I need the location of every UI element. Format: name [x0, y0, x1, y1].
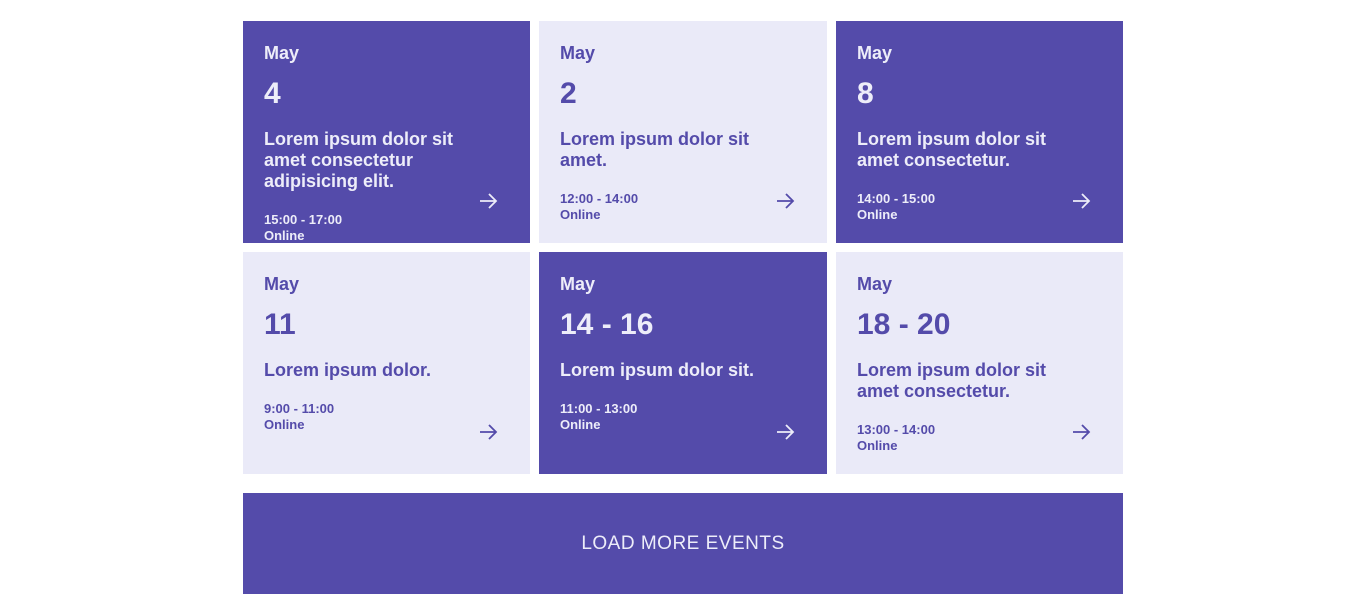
event-month: May [264, 43, 300, 63]
event-location: Online [264, 228, 305, 243]
event-card[interactable]: May 4 Lorem ipsum dolor sit amet consect… [243, 21, 530, 243]
event-title: Lorem ipsum dolor sit amet consectetur. [857, 129, 1047, 170]
event-location: Online [857, 207, 898, 222]
event-time: 12:00 - 14:00 [560, 191, 639, 206]
event-month: May [857, 274, 893, 294]
event-card[interactable]: May 18 - 20 Lorem ipsum dolor sit amet c… [836, 252, 1123, 474]
event-day: 14 - 16 [560, 308, 654, 341]
event-time: 11:00 - 13:00 [560, 401, 638, 416]
arrow-right-icon[interactable] [478, 422, 498, 442]
event-location: Online [264, 417, 305, 432]
event-location: Online [560, 417, 601, 432]
event-title: Lorem ipsum dolor sit amet consectetur a… [264, 129, 454, 191]
event-location: Online [560, 207, 601, 222]
event-location: Online [857, 438, 898, 453]
arrow-right-icon[interactable] [1071, 422, 1091, 442]
event-title: Lorem ipsum dolor sit amet. [560, 129, 750, 170]
event-month: May [560, 274, 596, 294]
arrow-right-icon[interactable] [478, 191, 498, 211]
arrow-right-icon[interactable] [775, 422, 795, 442]
event-time: 14:00 - 15:00 [857, 191, 936, 206]
event-month: May [264, 274, 300, 294]
event-day: 18 - 20 [857, 308, 951, 341]
event-day: 8 [857, 77, 874, 110]
arrow-right-icon[interactable] [1071, 191, 1091, 211]
load-more-events-button[interactable]: LOAD MORE EVENTS [243, 493, 1123, 594]
event-card[interactable]: May 8 Lorem ipsum dolor sit amet consect… [836, 21, 1123, 243]
event-time: 9:00 - 11:00 [264, 401, 335, 416]
event-month: May [857, 43, 893, 63]
event-day: 2 [560, 77, 577, 110]
arrow-right-icon[interactable] [775, 191, 795, 211]
event-card[interactable]: May 14 - 16 Lorem ipsum dolor sit. 11:00… [539, 252, 827, 474]
events-grid: May 4 Lorem ipsum dolor sit amet consect… [243, 21, 1123, 474]
event-title: Lorem ipsum dolor. [264, 360, 432, 380]
event-time: 15:00 - 17:00 [264, 212, 343, 227]
event-card[interactable]: May 11 Lorem ipsum dolor. 9:00 - 11:00 O… [243, 252, 530, 474]
event-time: 13:00 - 14:00 [857, 422, 936, 437]
event-day: 4 [264, 77, 281, 110]
event-day: 11 [264, 308, 296, 341]
event-title: Lorem ipsum dolor sit. [560, 360, 755, 380]
event-card[interactable]: May 2 Lorem ipsum dolor sit amet. 12:00 … [539, 21, 827, 243]
event-title: Lorem ipsum dolor sit amet consectetur. [857, 360, 1047, 401]
event-month: May [560, 43, 596, 63]
